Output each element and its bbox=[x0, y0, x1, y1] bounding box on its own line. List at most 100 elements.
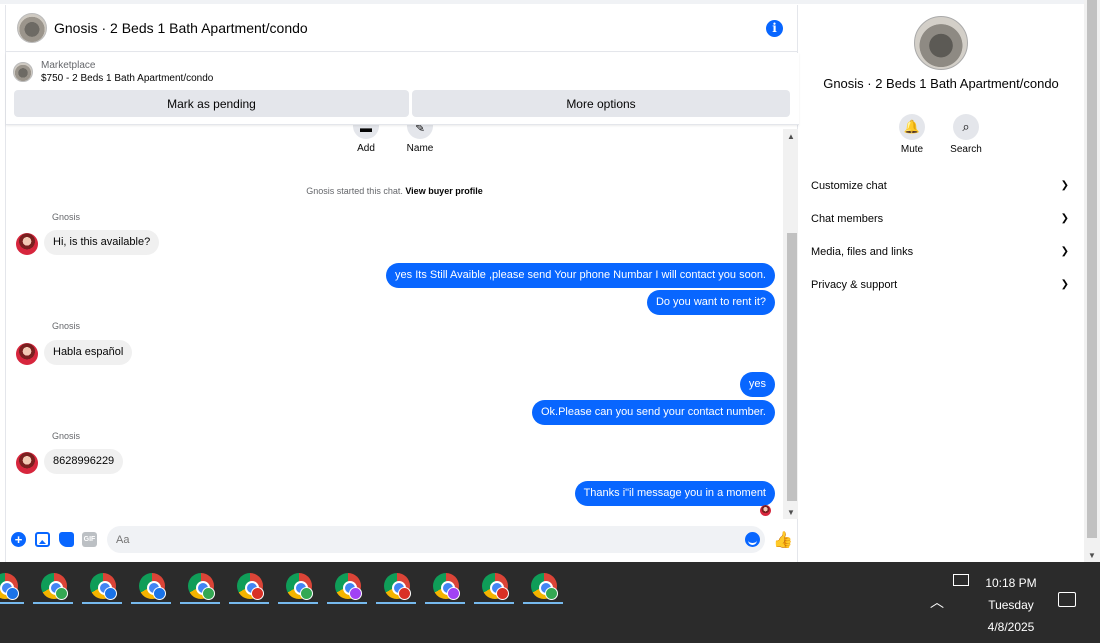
running-indicator bbox=[474, 602, 514, 604]
taskbar-chrome-button[interactable] bbox=[0, 566, 24, 604]
section-media-files-links[interactable]: Media, files and links ❯ bbox=[811, 242, 1071, 262]
chat-title[interactable]: Gnosis · 2 Beds 1 Bath Apartment/condo bbox=[54, 20, 308, 36]
taskbar-chrome-button[interactable] bbox=[523, 566, 563, 604]
sticker-icon[interactable] bbox=[59, 532, 74, 547]
running-indicator bbox=[327, 602, 367, 604]
network-icon[interactable] bbox=[953, 574, 969, 586]
listing-source-label: Marketplace bbox=[41, 60, 96, 71]
taskbar-chrome-button[interactable] bbox=[474, 566, 514, 604]
outgoing-message[interactable]: yes Its Still Avaible ,please send Your … bbox=[386, 263, 775, 288]
clock-day: Tuesday bbox=[988, 598, 1034, 612]
outgoing-message[interactable]: yes bbox=[739, 372, 775, 397]
sender-avatar[interactable] bbox=[16, 233, 38, 255]
incoming-message[interactable]: Habla español bbox=[44, 340, 133, 365]
incoming-message[interactable]: 8628996229 bbox=[44, 449, 124, 474]
details-avatar[interactable] bbox=[914, 16, 968, 70]
gif-icon[interactable]: GIF bbox=[82, 532, 97, 547]
section-label: Media, files and links bbox=[811, 246, 914, 258]
search-label: Search bbox=[950, 144, 982, 155]
running-indicator bbox=[278, 602, 318, 604]
outgoing-message[interactable]: Thanks i"il message you in a moment bbox=[574, 481, 775, 506]
page-scrollbar[interactable]: ▼ bbox=[1084, 0, 1100, 562]
running-indicator bbox=[33, 602, 73, 604]
more-options-button[interactable]: More options bbox=[412, 90, 790, 117]
running-indicator bbox=[425, 602, 465, 604]
scroll-down-arrow-icon[interactable]: ▼ bbox=[1084, 551, 1100, 560]
scroll-down-arrow-icon[interactable]: ▼ bbox=[783, 507, 799, 519]
chevron-up-icon[interactable]: ︿ bbox=[930, 592, 944, 612]
outgoing-message[interactable]: Ok.Please can you send your contact numb… bbox=[531, 400, 775, 425]
taskbar-chrome-button[interactable] bbox=[278, 566, 318, 604]
taskbar-chrome-button[interactable] bbox=[180, 566, 220, 604]
message-scrollbar[interactable]: ▲ ▼ bbox=[783, 129, 799, 519]
profile-badge-icon bbox=[349, 587, 362, 600]
running-indicator bbox=[523, 602, 563, 604]
taskbar-chrome-button[interactable] bbox=[229, 566, 269, 604]
outgoing-message[interactable]: Do you want to rent it? bbox=[646, 290, 775, 315]
taskbar-chrome-button[interactable] bbox=[376, 566, 416, 604]
emoji-icon[interactable] bbox=[745, 532, 760, 547]
profile-badge-icon bbox=[55, 587, 68, 600]
section-privacy-support[interactable]: Privacy & support ❯ bbox=[811, 275, 1071, 295]
marketplace-listing-banner: Marketplace $750 - 2 Beds 1 Bath Apartme… bbox=[6, 53, 799, 125]
profile-badge-icon bbox=[153, 587, 166, 600]
listing-price-title[interactable]: $750 - 2 Beds 1 Bath Apartment/condo bbox=[41, 73, 213, 84]
incoming-message[interactable]: Hi, is this available? bbox=[44, 230, 160, 255]
profile-badge-icon bbox=[202, 587, 215, 600]
profile-badge-icon bbox=[6, 587, 19, 600]
chevron-down-icon: ❯ bbox=[1060, 279, 1069, 290]
message-sender-name: Gnosis bbox=[52, 212, 81, 222]
chat-panel: Gnosis · 2 Beds 1 Bath Apartment/condo i… bbox=[5, 5, 799, 562]
running-indicator bbox=[376, 602, 416, 604]
taskbar-chrome-button[interactable] bbox=[327, 566, 367, 604]
taskbar-chrome-button[interactable] bbox=[82, 566, 122, 604]
sender-avatar[interactable] bbox=[16, 452, 38, 474]
info-icon[interactable]: i bbox=[766, 20, 783, 37]
section-label: Customize chat bbox=[811, 180, 887, 192]
chat-details-panel: Gnosis · 2 Beds 1 Bath Apartment/condo 🔔… bbox=[798, 4, 1084, 562]
details-title: Gnosis · 2 Beds 1 Bath Apartment/condo bbox=[823, 76, 1059, 91]
section-chat-members[interactable]: Chat members ❯ bbox=[811, 209, 1071, 229]
quick-action-add[interactable]: ▬ Add bbox=[351, 125, 381, 154]
scrollbar-thumb[interactable] bbox=[787, 233, 797, 501]
listing-thumbnail[interactable] bbox=[13, 62, 33, 82]
taskbar-chrome-button[interactable] bbox=[33, 566, 73, 604]
message-sender-name: Gnosis bbox=[52, 431, 81, 441]
scroll-up-arrow-icon[interactable]: ▲ bbox=[783, 131, 799, 143]
seen-indicator-avatar bbox=[760, 505, 771, 516]
clock-time: 10:18 PM bbox=[985, 576, 1037, 590]
plus-icon[interactable]: + bbox=[11, 532, 26, 547]
photo-icon[interactable] bbox=[35, 532, 50, 547]
mute-button[interactable]: 🔔 Mute bbox=[892, 114, 932, 155]
message-input[interactable] bbox=[107, 526, 765, 553]
search-icon: ⌕ bbox=[953, 114, 979, 140]
section-label: Privacy & support bbox=[811, 279, 898, 291]
chat-header: Gnosis · 2 Beds 1 Bath Apartment/condo i bbox=[6, 5, 799, 52]
taskbar-clock[interactable]: 10:18 PM Tuesday 4/8/2025 bbox=[972, 572, 1050, 638]
page-scrollbar-thumb[interactable] bbox=[1087, 0, 1097, 538]
chat-started-notice: Gnosis started this chat. View buyer pro… bbox=[6, 186, 783, 196]
taskbar-chrome-button[interactable] bbox=[131, 566, 171, 604]
section-customize-chat[interactable]: Customize chat ❯ bbox=[811, 176, 1071, 196]
taskbar-chrome-button[interactable] bbox=[425, 566, 465, 604]
profile-badge-icon bbox=[447, 587, 460, 600]
chevron-down-icon: ❯ bbox=[1060, 180, 1069, 191]
search-button[interactable]: ⌕ Search bbox=[946, 114, 986, 155]
mark-as-pending-button[interactable]: Mark as pending bbox=[14, 90, 409, 117]
message-list[interactable]: ▬ Add ✎ Name Gnosis started this chat. V… bbox=[6, 125, 783, 518]
quick-action-add-label: Add bbox=[357, 143, 375, 154]
message-composer: + GIF 👍 bbox=[6, 525, 799, 555]
view-buyer-profile-link[interactable]: View buyer profile bbox=[405, 186, 482, 196]
windows-taskbar: ︿ 10:18 PM Tuesday 4/8/2025 bbox=[0, 562, 1100, 643]
thumbs-up-icon[interactable]: 👍 bbox=[773, 530, 793, 550]
quick-action-name-label: Name bbox=[406, 143, 434, 154]
sender-avatar[interactable] bbox=[16, 343, 38, 365]
listing-avatar[interactable] bbox=[17, 13, 47, 43]
profile-badge-icon bbox=[104, 587, 117, 600]
notification-icon[interactable] bbox=[1058, 592, 1076, 607]
running-indicator bbox=[82, 602, 122, 604]
chat-started-text: Gnosis started this chat. bbox=[306, 186, 403, 196]
profile-badge-icon bbox=[300, 587, 313, 600]
quick-action-name[interactable]: ✎ Name bbox=[405, 125, 435, 154]
chevron-down-icon: ❯ bbox=[1060, 246, 1069, 257]
